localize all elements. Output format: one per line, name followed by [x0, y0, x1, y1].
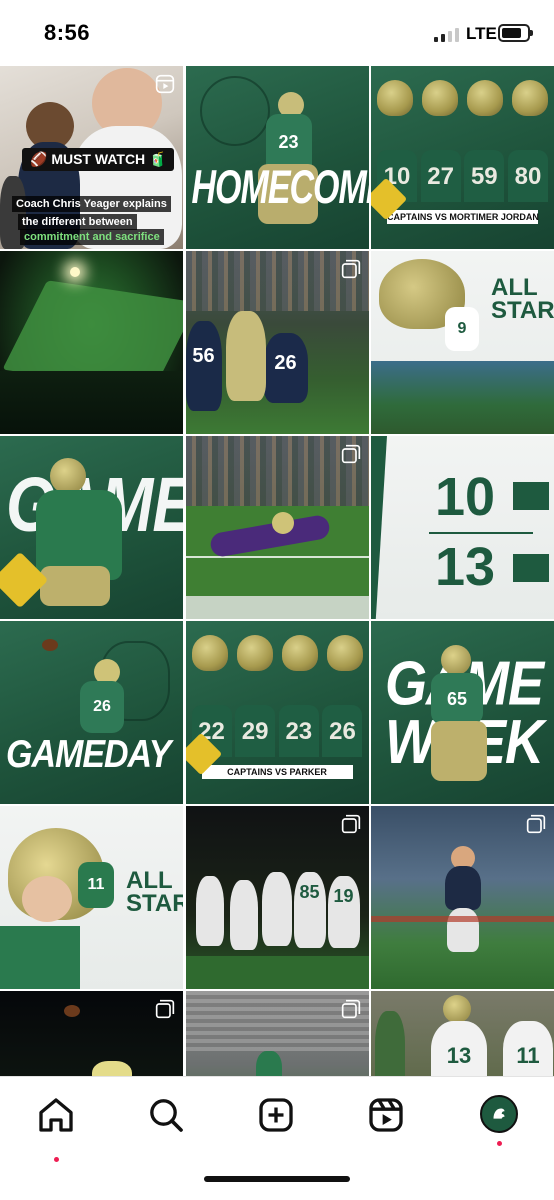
carousel-icon [341, 999, 360, 1019]
carousel-icon [341, 259, 360, 279]
reels-tab[interactable] [366, 1095, 406, 1135]
reel-icon [155, 74, 175, 94]
post-tile[interactable] [371, 806, 554, 989]
jersey-number: 27 [420, 150, 461, 202]
jersey-number: 85 [293, 872, 326, 948]
reels-icon [369, 1098, 403, 1132]
jersey-number: 19 [327, 876, 360, 948]
post-tile[interactable]: 10 13 [371, 436, 554, 619]
post-banner: CAPTAINS VS PARKER [201, 765, 353, 779]
status-time: 8:56 [44, 20, 91, 45]
team-logo-icon [513, 482, 549, 510]
jersey-number: 26 [263, 333, 308, 403]
jersey-number: 59 [464, 150, 505, 202]
post-tile[interactable] [0, 991, 183, 1076]
new-post-tab[interactable] [256, 1095, 296, 1135]
jersey-number: 13 [431, 1021, 487, 1076]
reel-caption-line: the different between [18, 214, 137, 230]
search-tab[interactable] [146, 1095, 186, 1135]
post-tile[interactable]: 56 26 [185, 251, 369, 434]
home-icon [39, 1098, 73, 1132]
post-tile[interactable]: 23 HOMECOMING [185, 66, 369, 249]
post-tile[interactable]: 🏈 MUST WATCH 🧃 Coach Chris Yeager explai… [0, 66, 183, 249]
status-bar: 8:56 LTE [0, 0, 554, 66]
post-tile[interactable]: 11 ALL STAR [0, 806, 183, 989]
jersey-number: 29 [235, 705, 276, 757]
post-tile[interactable]: 10 27 59 80 CAPTAINS VS MORTIMER JORDAN [371, 66, 554, 249]
battery-icon [498, 24, 533, 42]
reel-caption-line: commitment and sacrifice [20, 229, 164, 245]
jersey-number: 9 [445, 307, 479, 351]
carousel-icon [341, 444, 360, 464]
away-score: 13 [435, 537, 496, 597]
jersey-number: 26 [322, 705, 363, 757]
home-tab[interactable] [36, 1095, 76, 1162]
jersey-number: 65 [431, 673, 483, 725]
profile-post-grid: 🏈 MUST WATCH 🧃 Coach Chris Yeager explai… [0, 66, 554, 1076]
post-headline: HOMECOMING [191, 161, 369, 215]
jersey-number: 11 [503, 1021, 553, 1076]
post-headline: ALL STAR [126, 867, 183, 917]
post-tile[interactable] [185, 991, 369, 1076]
post-banner: CAPTAINS VS MORTIMER JORDAN [387, 210, 539, 224]
home-score: 10 [435, 467, 496, 527]
post-tile[interactable]: GAME8 [0, 436, 183, 619]
jersey-number: 11 [78, 862, 114, 908]
new-post-icon [259, 1098, 293, 1132]
post-tile[interactable] [185, 436, 369, 619]
carousel-icon [526, 814, 546, 834]
cellular-signal-icon [434, 26, 460, 42]
post-tile[interactable]: 26 GAMEDAY [0, 621, 183, 804]
post-tile[interactable]: 85 19 [185, 806, 369, 989]
opponent-logo-icon [513, 554, 549, 582]
jersey-number: 80 [507, 150, 548, 202]
profile-avatar[interactable] [480, 1095, 518, 1146]
home-indicator [204, 1176, 350, 1182]
reel-caption-line: Coach Chris Yeager explains [12, 196, 171, 212]
post-tile[interactable]: GAMEWEEK 65 [371, 621, 554, 804]
post-tile[interactable]: 13 11 [371, 991, 554, 1076]
notification-dot [497, 1141, 502, 1146]
search-icon [150, 1099, 183, 1132]
jersey-number: 56 [185, 321, 222, 411]
post-tile[interactable] [0, 251, 183, 434]
jersey-number: 23 [278, 705, 319, 757]
post-headline: GAMEDAY [6, 732, 171, 777]
post-headline: ALL STAR [491, 274, 554, 324]
carousel-icon [341, 814, 360, 834]
carousel-icon [155, 999, 175, 1019]
post-tile[interactable]: 22 29 23 26 CAPTAINS VS PARKER [185, 621, 369, 804]
jersey-number: 26 [80, 681, 124, 733]
post-tile[interactable]: 9 ALL STAR [371, 251, 554, 434]
notification-dot [54, 1157, 59, 1162]
network-type: LTE [466, 24, 497, 43]
must-watch-badge: 🏈 MUST WATCH 🧃 [22, 148, 175, 171]
spartan-logo-icon [493, 1108, 505, 1119]
